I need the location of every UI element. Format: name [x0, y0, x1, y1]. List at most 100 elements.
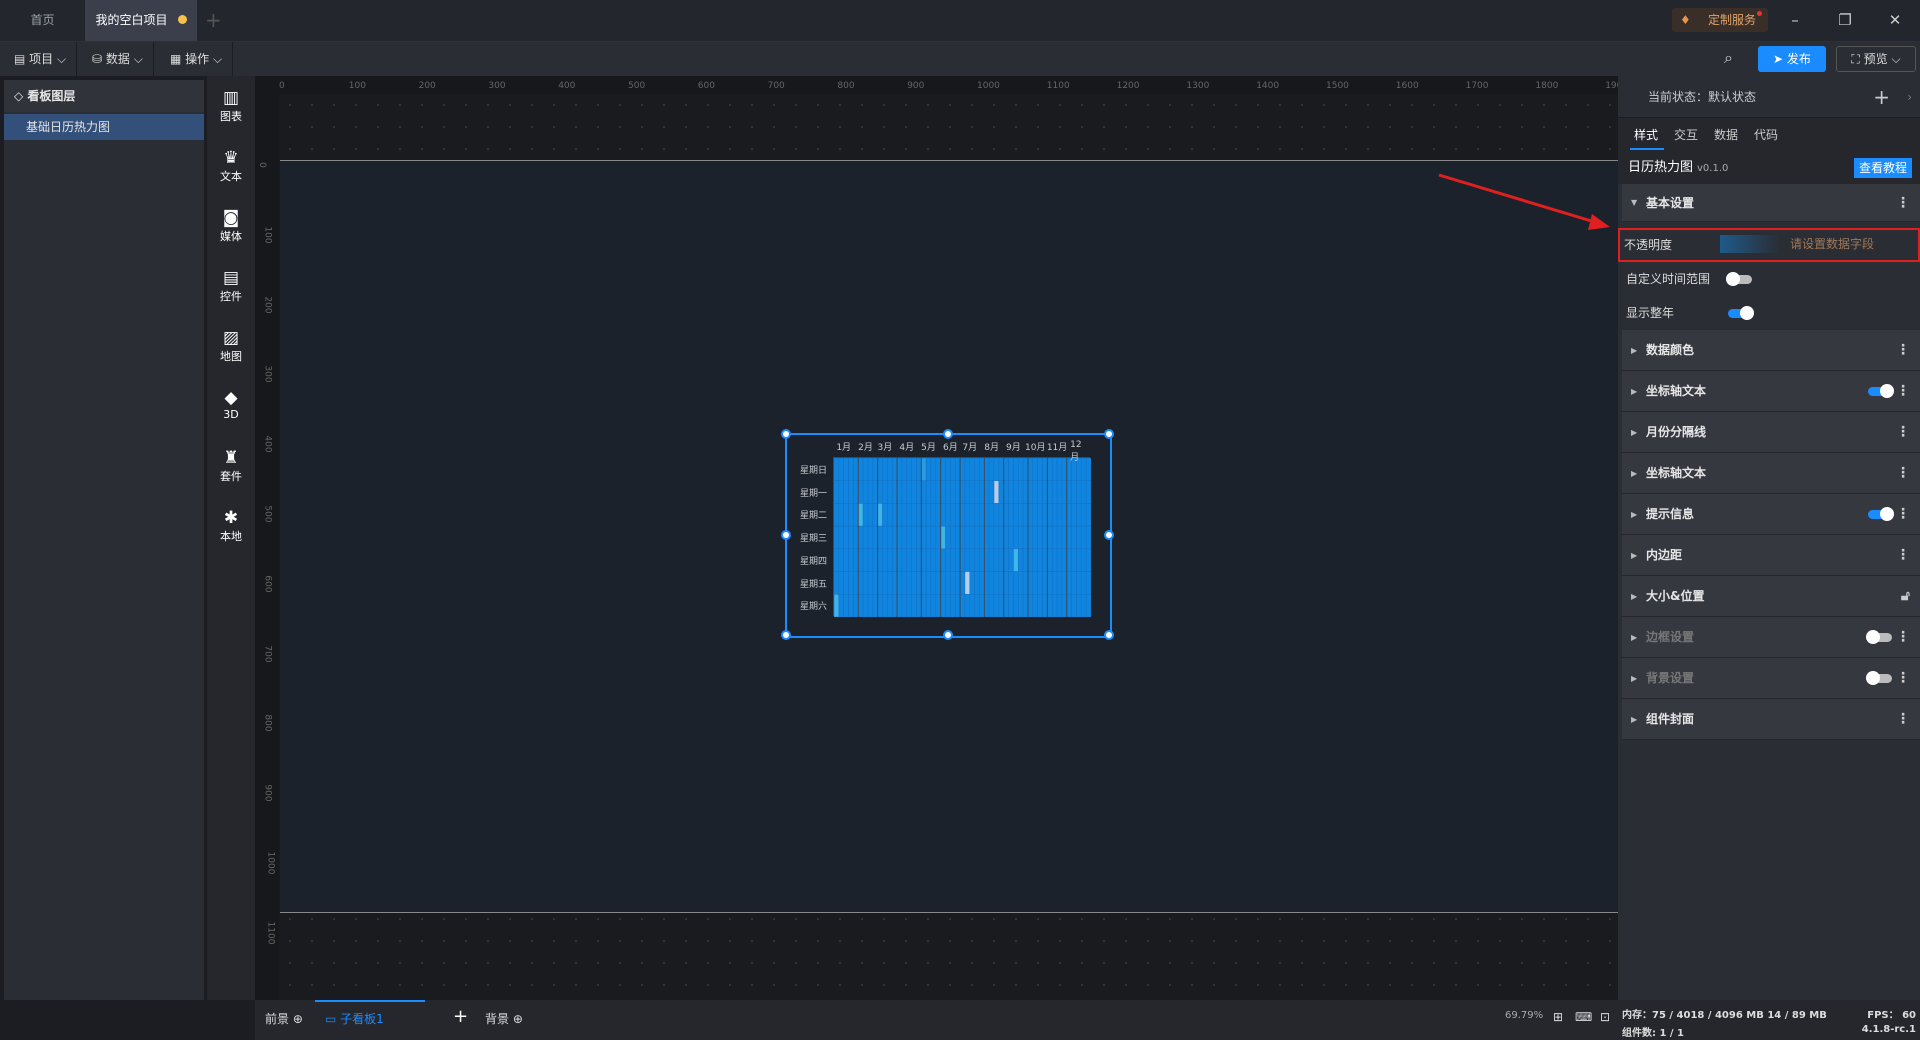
section-toggle[interactable] — [1866, 630, 1892, 644]
heatmap-cell[interactable] — [979, 548, 985, 572]
iconbar-item-2[interactable]: ◙ 媒体 — [207, 208, 255, 244]
close-button[interactable]: ✕ — [1880, 8, 1910, 32]
heatmap-cell[interactable] — [1076, 571, 1082, 595]
heatmap-cell[interactable] — [901, 525, 907, 550]
section-toggle[interactable] — [1868, 384, 1894, 398]
heatmap-cell[interactable] — [1076, 594, 1082, 617]
heatmap-cell[interactable] — [1066, 480, 1072, 504]
heatmap-cell[interactable] — [1032, 480, 1038, 504]
heatmap-cell[interactable] — [1008, 594, 1014, 617]
heatmap-cell[interactable] — [1061, 503, 1068, 527]
heatmap-cell[interactable] — [1051, 594, 1058, 617]
heatmap-cell[interactable] — [867, 503, 874, 527]
heatmap-cell[interactable] — [1003, 594, 1009, 617]
heatmap-cell[interactable] — [1037, 548, 1043, 572]
heatmap-cell[interactable] — [1027, 548, 1034, 572]
heatmap-cell[interactable] — [843, 503, 849, 527]
heatmap-cell[interactable] — [1018, 503, 1024, 527]
heatmap-cell[interactable] — [1047, 525, 1053, 550]
heatmap-cell[interactable] — [1013, 503, 1019, 527]
heatmap-cell[interactable] — [867, 571, 874, 595]
heatmap-cell[interactable] — [954, 480, 961, 504]
heatmap-cell[interactable] — [848, 458, 854, 481]
heatmap-cell[interactable] — [964, 458, 971, 481]
more-icon[interactable]: ⋮ — [1896, 184, 1910, 222]
heatmap-cell[interactable] — [896, 480, 903, 504]
heatmap-cell[interactable] — [984, 571, 990, 595]
heatmap-cell[interactable] — [998, 480, 1004, 504]
heatmap-cell[interactable] — [857, 480, 864, 504]
section-basic[interactable]: ▼ 基本设置 ⋮ — [1622, 184, 1920, 222]
section-toggle[interactable] — [1868, 507, 1894, 521]
heatmap-cell[interactable] — [1003, 548, 1009, 572]
heatmap-cell[interactable] — [834, 525, 840, 550]
heatmap-cell[interactable] — [1061, 594, 1068, 617]
heatmap-cell[interactable] — [1081, 480, 1087, 504]
heatmap-cell[interactable] — [935, 571, 941, 595]
heatmap-cell[interactable] — [1013, 458, 1019, 481]
resize-handle[interactable] — [942, 630, 953, 640]
heatmap-cell[interactable] — [964, 525, 971, 550]
heatmap-cell[interactable] — [872, 525, 878, 550]
heatmap-cell[interactable] — [838, 503, 844, 527]
heatmap-cell[interactable] — [916, 594, 922, 617]
heatmap-cell[interactable] — [862, 571, 869, 595]
heatmap-cell[interactable] — [901, 503, 907, 527]
iconbar-item-7[interactable]: ✱ 本地 — [207, 508, 255, 544]
heatmap-cell[interactable] — [911, 548, 917, 572]
terminal-icon[interactable]: ⊡ — [1600, 1010, 1610, 1024]
heatmap-cell[interactable] — [872, 458, 878, 481]
heatmap-cell[interactable] — [848, 525, 854, 550]
heatmap-cell[interactable] — [964, 548, 971, 572]
heatmap-cell[interactable] — [1051, 548, 1058, 572]
heatmap-cell[interactable] — [887, 458, 893, 481]
heatmap-cell[interactable] — [1081, 594, 1087, 617]
more-icon[interactable]: ⋮ — [1896, 412, 1910, 453]
heatmap-cell[interactable] — [945, 571, 951, 595]
heatmap-cell[interactable] — [930, 458, 937, 481]
heatmap-cell[interactable] — [901, 571, 907, 595]
heatmap-cell[interactable] — [1032, 548, 1038, 572]
heatmap-cell[interactable] — [1056, 594, 1063, 617]
heatmap-cell[interactable] — [1027, 503, 1034, 527]
section-5[interactable]: ▶ 内边距 ⋮ — [1622, 535, 1920, 576]
maximize-button[interactable]: ❐ — [1830, 8, 1860, 32]
heatmap-cell[interactable] — [1018, 525, 1024, 550]
heatmap-cell[interactable] — [935, 503, 941, 527]
heatmap-cell[interactable] — [950, 594, 956, 617]
heatmap-cell[interactable] — [843, 480, 849, 504]
heatmap-cell[interactable] — [834, 458, 840, 481]
heatmap-cell[interactable] — [1032, 458, 1038, 481]
heatmap-cell[interactable] — [959, 525, 966, 550]
heatmap-cell[interactable] — [834, 503, 840, 527]
resize-handle[interactable] — [1104, 630, 1114, 640]
add-board-button[interactable]: + — [453, 1006, 468, 1027]
heatmap-cell[interactable] — [940, 594, 946, 617]
heatmap-cell[interactable] — [891, 571, 898, 595]
heatmap-cell[interactable] — [882, 480, 888, 504]
heatmap-cell[interactable] — [993, 548, 1000, 572]
heatmap-cell[interactable] — [1003, 503, 1009, 527]
heatmap-cell[interactable] — [935, 480, 941, 504]
heatmap-cell[interactable] — [1042, 594, 1048, 617]
heatmap-cell[interactable] — [1047, 548, 1053, 572]
heatmap-cell[interactable] — [1081, 571, 1087, 595]
heatmap-cell[interactable] — [959, 458, 966, 481]
heatmap-cell[interactable] — [1085, 594, 1091, 617]
resize-handle[interactable] — [781, 429, 791, 439]
heatmap-cell[interactable] — [1022, 571, 1029, 595]
heatmap-cell[interactable] — [896, 548, 903, 572]
heatmap-cell[interactable] — [862, 458, 869, 481]
heatmap-cell[interactable] — [954, 458, 961, 481]
heatmap-cell[interactable] — [1027, 525, 1034, 550]
heatmap-cell[interactable] — [950, 503, 956, 527]
heatmap-cell[interactable] — [969, 458, 975, 481]
iconbar-item-4[interactable]: ▨ 地图 — [207, 328, 255, 364]
heatmap-cell[interactable] — [911, 503, 917, 527]
heatmap-cell[interactable] — [853, 571, 859, 595]
heatmap-cell[interactable] — [921, 525, 927, 550]
add-state-icon[interactable]: + — [1873, 76, 1890, 118]
heatmap-cell[interactable] — [862, 548, 869, 572]
heatmap-cell[interactable] — [1042, 503, 1048, 527]
heatmap-cell[interactable] — [935, 594, 941, 617]
